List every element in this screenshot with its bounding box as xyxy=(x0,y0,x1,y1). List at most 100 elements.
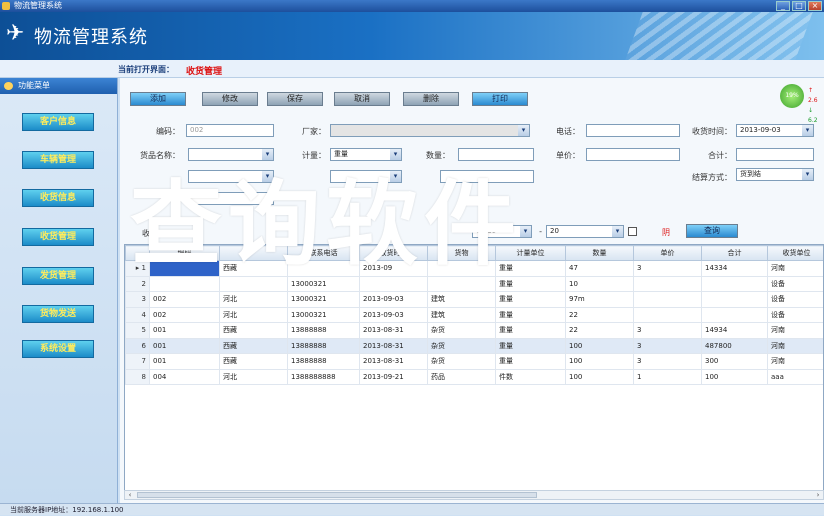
table-row[interactable]: 6001西藏138888882013-08-31杂货重量1003487800河南 xyxy=(126,338,824,354)
recv-time-picker[interactable]: 2013-09-03▾ xyxy=(736,124,814,137)
sidebar-item-shipping[interactable]: 发货管理 xyxy=(22,267,94,285)
table-cell[interactable]: 西藏 xyxy=(220,338,288,354)
table-cell[interactable] xyxy=(634,276,702,292)
unit-price-field[interactable] xyxy=(586,148,680,161)
table-cell[interactable]: 13000321 xyxy=(288,307,360,323)
table-cell[interactable]: 重量 xyxy=(496,307,566,323)
table-cell[interactable]: aaa xyxy=(768,369,824,385)
code-field[interactable]: 002 xyxy=(186,124,274,137)
settle-select[interactable]: 货到结▾ xyxy=(736,168,814,181)
col-header[interactable]: 收货单位 xyxy=(768,246,824,261)
table-cell[interactable]: 河南 xyxy=(768,338,824,354)
table-cell[interactable]: 487800 xyxy=(702,338,768,354)
table-cell[interactable]: 西藏 xyxy=(220,354,288,370)
table-cell[interactable]: 3 xyxy=(634,323,702,339)
table-cell[interactable]: 杂货 xyxy=(428,354,496,370)
sidebar-item-receipt-info[interactable]: 收货信息 xyxy=(22,189,94,207)
table-cell[interactable]: 13888888 xyxy=(288,354,360,370)
table-cell[interactable]: 2013-08-31 xyxy=(360,323,428,339)
table-cell[interactable]: 设备 xyxy=(768,307,824,323)
table-cell[interactable] xyxy=(702,276,768,292)
add-button[interactable]: 添加 xyxy=(130,92,186,106)
col-header[interactable]: 单价 xyxy=(634,246,702,261)
maximize-button[interactable]: □ xyxy=(792,1,806,11)
table-cell[interactable]: 重量 xyxy=(496,323,566,339)
table-cell[interactable]: 47 xyxy=(566,261,634,277)
table-cell[interactable]: 13000321 xyxy=(288,292,360,308)
horizontal-scrollbar[interactable]: ‹ › xyxy=(124,490,824,500)
table-cell[interactable]: 河南 xyxy=(768,323,824,339)
table-cell[interactable]: 河南 xyxy=(768,354,824,370)
table-cell[interactable]: 002 xyxy=(150,292,220,308)
table-cell[interactable]: 22 xyxy=(566,307,634,323)
table-cell[interactable]: 2013-09-21 xyxy=(360,369,428,385)
table-cell[interactable]: 重量 xyxy=(496,354,566,370)
table-row[interactable]: 3002河北130003212013-09-03建筑重量97m设备 xyxy=(126,292,824,308)
table-cell[interactable] xyxy=(634,307,702,323)
table-row[interactable]: 5001西藏138888882013-08-31杂货重量22314934河南 xyxy=(126,323,824,339)
table-cell[interactable]: 001 xyxy=(150,354,220,370)
table-cell[interactable] xyxy=(702,307,768,323)
table-cell[interactable]: 药品 xyxy=(428,369,496,385)
sidebar-item-vehicle[interactable]: 车辆管理 xyxy=(22,151,94,169)
phone-field[interactable] xyxy=(586,124,680,137)
table-cell[interactable]: 13888888 xyxy=(288,338,360,354)
table-cell[interactable]: 1 xyxy=(634,369,702,385)
table-cell[interactable]: 河北 xyxy=(220,369,288,385)
table-cell[interactable]: 设备 xyxy=(768,276,824,292)
col-header[interactable]: 合计 xyxy=(702,246,768,261)
sidebar-item-receipt-manage[interactable]: 收货管理 xyxy=(22,228,94,246)
delete-button[interactable]: 删除 xyxy=(403,92,459,106)
table-cell[interactable]: 2013-09-03 xyxy=(360,292,428,308)
sidebar-item-goods-send[interactable]: 货物发送 xyxy=(22,305,94,323)
table-cell[interactable]: 14934 xyxy=(702,323,768,339)
table-cell[interactable]: 2013-09-03 xyxy=(360,307,428,323)
table-cell[interactable] xyxy=(634,292,702,308)
table-cell[interactable]: 杂货 xyxy=(428,323,496,339)
table-cell[interactable]: 河北 xyxy=(220,292,288,308)
date-filter-checkbox[interactable] xyxy=(628,227,637,236)
table-cell[interactable]: 1388888888 xyxy=(288,369,360,385)
table-cell[interactable]: 100 xyxy=(566,369,634,385)
table-cell[interactable]: 3 xyxy=(634,354,702,370)
close-button[interactable]: × xyxy=(808,1,822,11)
sidebar-item-customer[interactable]: 客户信息 xyxy=(22,113,94,131)
table-cell[interactable]: 2013-08-31 xyxy=(360,354,428,370)
sidebar-item-settings[interactable]: 系统设置 xyxy=(22,340,94,358)
print-button[interactable]: 打印 xyxy=(472,92,528,106)
table-cell[interactable]: 97m xyxy=(566,292,634,308)
table-cell[interactable]: 300 xyxy=(702,354,768,370)
table-cell[interactable]: 2013-08-31 xyxy=(360,338,428,354)
table-row[interactable]: 8004河北13888888882013-09-21药品件数1001100aaa xyxy=(126,369,824,385)
table-cell[interactable]: 13888888 xyxy=(288,323,360,339)
table-cell[interactable]: 002 xyxy=(150,307,220,323)
scroll-right-icon[interactable]: › xyxy=(813,491,823,499)
minimize-button[interactable]: _ xyxy=(776,1,790,11)
col-header[interactable]: 数量 xyxy=(566,246,634,261)
query-button[interactable]: 查询 xyxy=(686,224,738,238)
cancel-button[interactable]: 取消 xyxy=(334,92,390,106)
table-cell[interactable]: 100 xyxy=(566,354,634,370)
save-button[interactable]: 保存 xyxy=(267,92,323,106)
table-row[interactable]: 4002河北130003212013-09-03建筑重量22设备 xyxy=(126,307,824,323)
table-cell[interactable] xyxy=(702,292,768,308)
table-cell[interactable]: 3 xyxy=(634,338,702,354)
table-row[interactable]: 7001西藏138888882013-08-31杂货重量1003300河南 xyxy=(126,354,824,370)
table-cell[interactable]: 重量 xyxy=(496,338,566,354)
date-to-picker[interactable]: 20▾ xyxy=(546,225,624,238)
table-cell[interactable]: 件数 xyxy=(496,369,566,385)
table-cell[interactable]: 杂货 xyxy=(428,338,496,354)
table-cell[interactable]: 001 xyxy=(150,338,220,354)
table-cell[interactable]: 22 xyxy=(566,323,634,339)
vendor-select[interactable]: ▾ xyxy=(330,124,530,137)
table-cell[interactable]: 004 xyxy=(150,369,220,385)
table-cell[interactable]: 100 xyxy=(702,369,768,385)
table-cell[interactable]: 14334 xyxy=(702,261,768,277)
table-cell[interactable]: 3 xyxy=(634,261,702,277)
table-cell[interactable]: 10 xyxy=(566,276,634,292)
table-cell[interactable]: 设备 xyxy=(768,292,824,308)
table-cell[interactable]: 001 xyxy=(150,323,220,339)
table-cell[interactable]: 河北 xyxy=(220,307,288,323)
table-cell[interactable]: 建筑 xyxy=(428,292,496,308)
table-cell[interactable]: 100 xyxy=(566,338,634,354)
